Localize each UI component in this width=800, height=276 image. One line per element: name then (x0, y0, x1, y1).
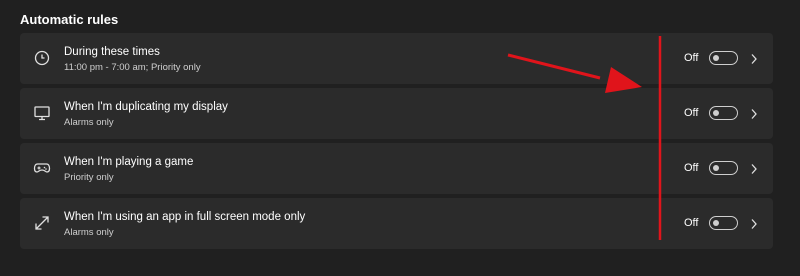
chevron-right-icon[interactable] (750, 163, 758, 175)
rule-during-these-times[interactable]: During these times 11:00 pm - 7:00 am; P… (20, 33, 773, 84)
rule-title: When I'm duplicating my display (64, 101, 228, 113)
toggle-knob (712, 164, 719, 171)
toggle-knob (712, 109, 719, 116)
gamepad-icon (32, 158, 52, 178)
toggle-knob (712, 219, 719, 226)
rule-full-screen-app[interactable]: When I'm using an app in full screen mod… (20, 198, 773, 249)
rule-subtitle: Priority only (64, 172, 114, 183)
chevron-right-icon[interactable] (750, 53, 758, 65)
chevron-right-icon[interactable] (750, 108, 758, 120)
rule-subtitle: 11:00 pm - 7:00 am; Priority only (64, 62, 201, 73)
rule-title: When I'm playing a game (64, 156, 194, 168)
rule-playing-game[interactable]: When I'm playing a game Priority only Of… (20, 143, 773, 194)
monitor-icon (32, 103, 52, 123)
toggle-state-label: Off (684, 107, 699, 119)
rule-title: When I'm using an app in full screen mod… (64, 211, 306, 223)
rule-toggle[interactable] (709, 216, 738, 230)
chevron-right-icon[interactable] (750, 218, 758, 230)
section-title: Automatic rules (20, 12, 119, 27)
toggle-state-label: Off (684, 52, 699, 64)
rule-title: During these times (64, 46, 160, 58)
clock-icon (32, 48, 52, 68)
rule-subtitle: Alarms only (64, 117, 114, 128)
rule-toggle[interactable] (709, 51, 738, 65)
fullscreen-arrows-icon (32, 213, 52, 233)
toggle-knob (712, 54, 719, 61)
rule-duplicating-display[interactable]: When I'm duplicating my display Alarms o… (20, 88, 773, 139)
toggle-state-label: Off (684, 217, 699, 229)
rule-toggle[interactable] (709, 161, 738, 175)
toggle-state-label: Off (684, 162, 699, 174)
automatic-rules-list: During these times 11:00 pm - 7:00 am; P… (20, 33, 773, 253)
rule-toggle[interactable] (709, 106, 738, 120)
rule-subtitle: Alarms only (64, 227, 114, 238)
